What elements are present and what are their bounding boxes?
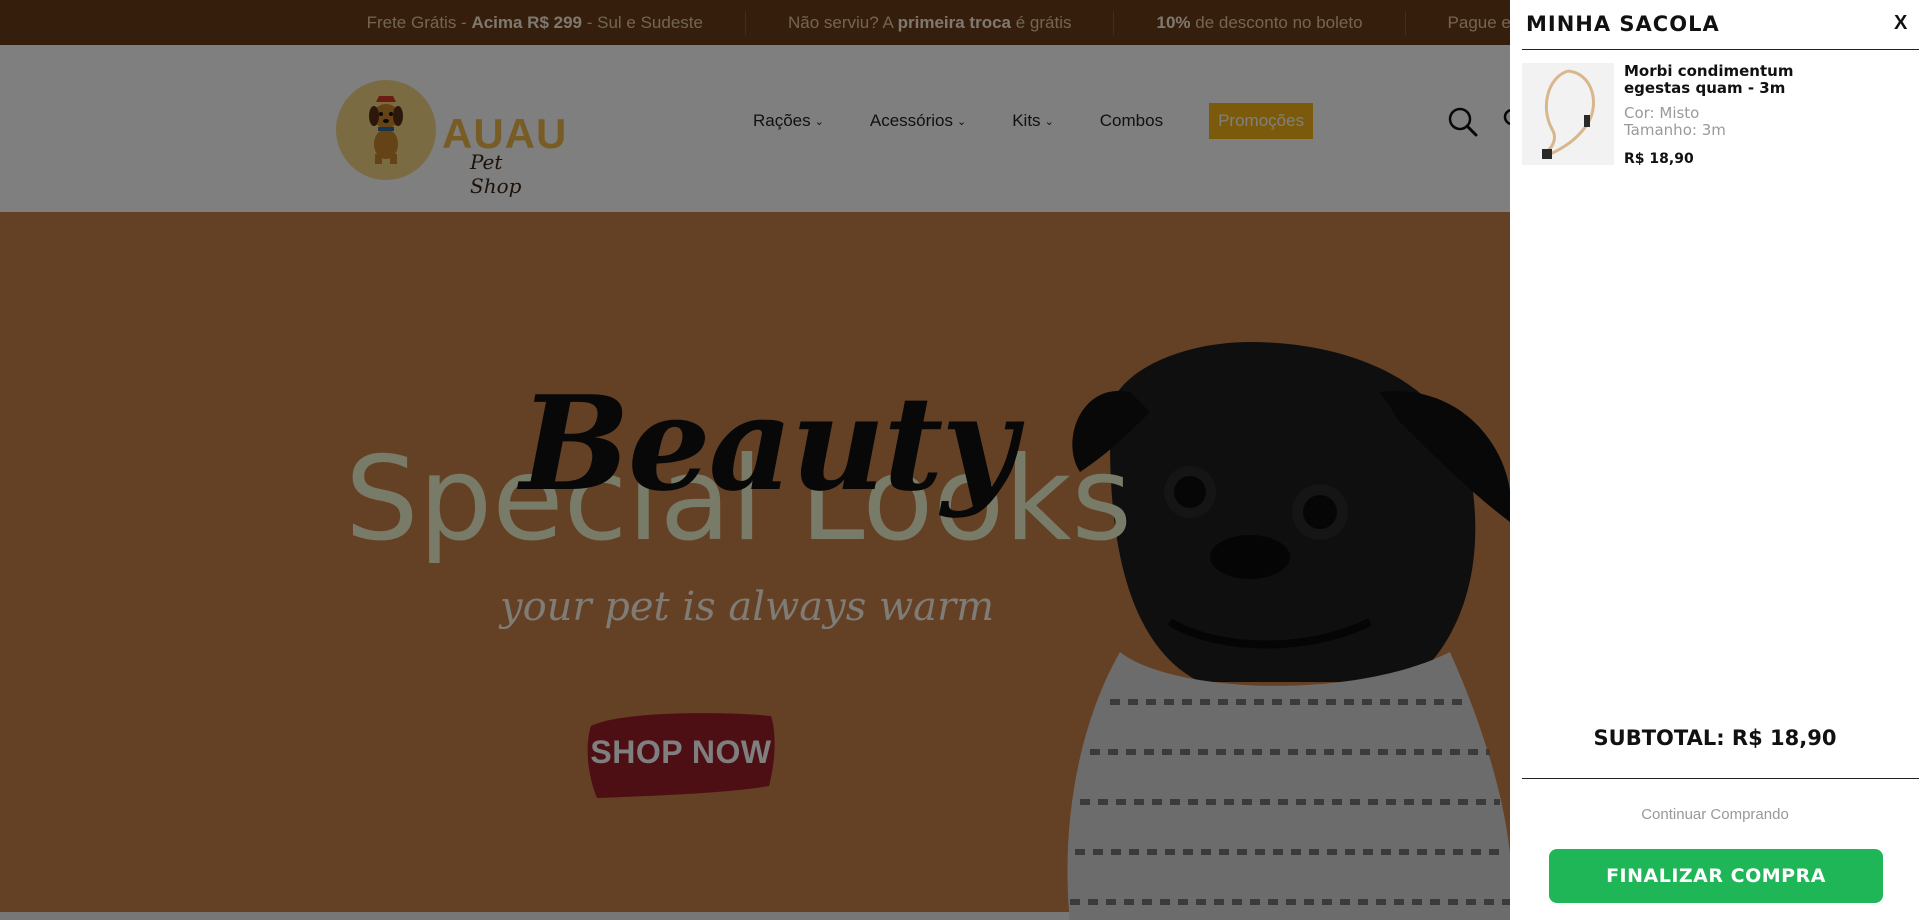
- cart-item-price: R$ 18,90: [1624, 151, 1694, 167]
- cart-item: Morbi condimentum egestas quam - 3m Cor:…: [1522, 63, 1912, 173]
- product-leash-image[interactable]: [1522, 63, 1614, 165]
- continue-shopping-link[interactable]: Continuar Comprando: [1510, 806, 1920, 823]
- cart-item-size: Tamanho: 3m: [1624, 121, 1726, 139]
- cart-subtotal-divider: [1522, 778, 1919, 779]
- close-icon[interactable]: X: [1894, 12, 1907, 35]
- cart-title: MINHA SACOLA: [1526, 12, 1720, 36]
- cart-subtotal: SUBTOTAL: R$ 18,90: [1593, 726, 1837, 750]
- checkout-button[interactable]: FINALIZAR COMPRA: [1549, 849, 1883, 903]
- cart-header-divider: [1522, 49, 1919, 50]
- cart-drawer: MINHA SACOLA X Morbi condimentum egestas…: [1510, 0, 1920, 920]
- cart-item-name[interactable]: Morbi condimentum egestas quam - 3m: [1624, 63, 1864, 97]
- cart-item-color: Cor: Misto: [1624, 104, 1700, 122]
